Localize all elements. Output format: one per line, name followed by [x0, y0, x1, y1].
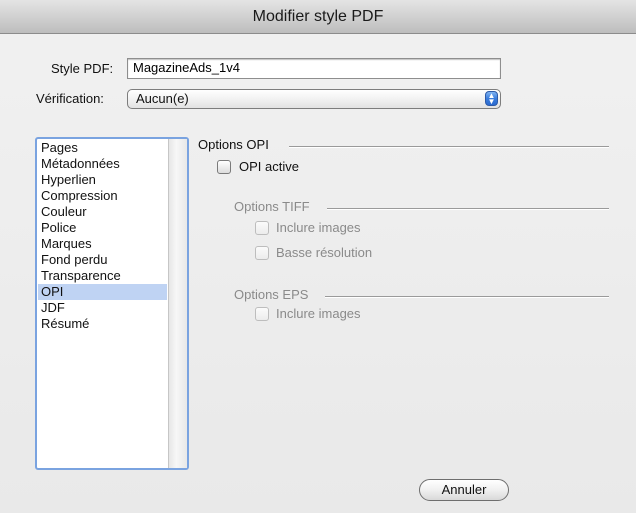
sidebar-item-label: Fond perdu — [41, 252, 108, 267]
sidebar-item-label: Métadonnées — [41, 156, 120, 171]
sidebar-item-label: Marques — [41, 236, 92, 251]
sidebar-item-label: Résumé — [41, 316, 90, 331]
category-items: Pages Métadonnées Hyperlien Compression … — [38, 140, 167, 332]
sidebar-item-hyperlien[interactable]: Hyperlien — [38, 172, 167, 188]
dialog-window: Modifier style PDF Style PDF: MagazineAd… — [0, 0, 636, 513]
sidebar-item-couleur[interactable]: Couleur — [38, 204, 167, 220]
sidebar-item-label: Pages — [41, 140, 78, 155]
tiff-include-images-label: Inclure images — [276, 220, 361, 235]
eps-options-divider — [325, 296, 609, 298]
sidebar-item-transparence[interactable]: Transparence — [38, 268, 167, 284]
sidebar-item-label: Police — [41, 220, 77, 235]
eps-include-images-label: Inclure images — [276, 306, 361, 321]
style-pdf-label: Style PDF: — [51, 61, 114, 76]
opi-options-title: Options OPI — [198, 137, 269, 152]
style-pdf-name-input[interactable]: MagazineAds_1v4 — [127, 58, 501, 79]
tiff-include-images-checkbox[interactable] — [255, 221, 269, 235]
sidebar-item-label: JDF — [41, 300, 65, 315]
category-list[interactable]: Pages Métadonnées Hyperlien Compression … — [35, 137, 189, 470]
sidebar-item-label: OPI — [41, 284, 64, 299]
tiff-low-res-checkbox[interactable] — [255, 246, 269, 260]
sidebar-item-opi[interactable]: OPI — [38, 284, 167, 300]
opi-active-label: OPI active — [239, 159, 299, 174]
eps-options-title: Options EPS — [234, 287, 309, 302]
category-list-scrollbar[interactable] — [168, 139, 187, 468]
cancel-button[interactable]: Annuler — [419, 479, 509, 501]
sidebar-item-resume[interactable]: Résumé — [38, 316, 167, 332]
opi-options-divider — [289, 146, 609, 148]
eps-include-images-checkbox[interactable] — [255, 307, 269, 321]
verification-selected-value: Aucun(e) — [136, 91, 189, 106]
tiff-low-res-label: Basse résolution — [276, 245, 373, 260]
sidebar-item-label: Couleur — [41, 204, 87, 219]
opi-active-checkbox[interactable] — [217, 160, 231, 174]
verification-popup[interactable]: Aucun(e) ▲ ▼ — [127, 89, 501, 109]
sidebar-item-jdf[interactable]: JDF — [38, 300, 167, 316]
sidebar-item-compression[interactable]: Compression — [38, 188, 167, 204]
sidebar-item-fond-perdu[interactable]: Fond perdu — [38, 252, 167, 268]
tiff-options-title: Options TIFF — [234, 199, 310, 214]
sidebar-item-pages[interactable]: Pages — [38, 140, 167, 156]
sidebar-item-marques[interactable]: Marques — [38, 236, 167, 252]
sidebar-item-metadonnees[interactable]: Métadonnées — [38, 156, 167, 172]
updown-arrows-icon: ▲ ▼ — [485, 91, 498, 106]
window-title: Modifier style PDF — [0, 0, 636, 34]
sidebar-item-label: Compression — [41, 188, 118, 203]
sidebar-item-label: Transparence — [41, 268, 121, 283]
verification-label: Vérification: — [36, 91, 104, 106]
tiff-options-divider — [327, 208, 609, 210]
sidebar-item-police[interactable]: Police — [38, 220, 167, 236]
sidebar-item-label: Hyperlien — [41, 172, 96, 187]
